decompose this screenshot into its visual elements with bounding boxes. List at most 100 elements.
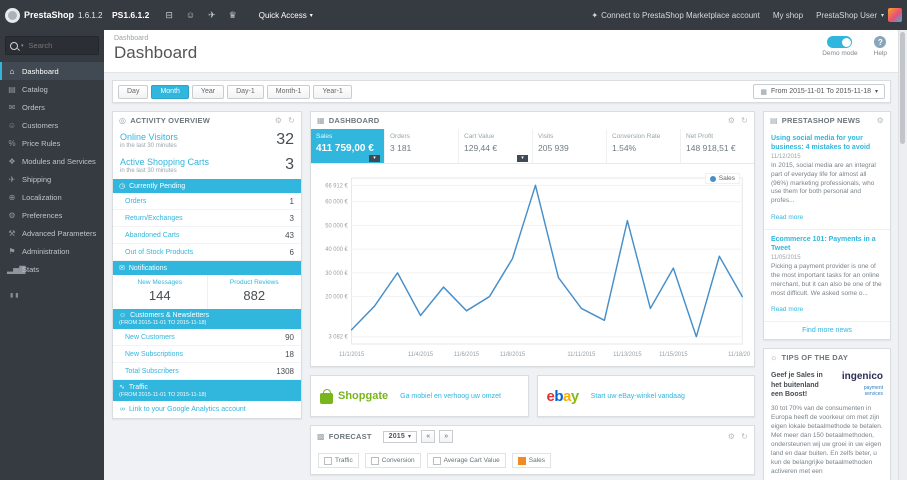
sidebar-item-modules[interactable]: ❖ Modules and Services	[0, 152, 104, 170]
refresh-icon[interactable]: ↻	[741, 432, 748, 441]
brand-version: 1.6.1.2	[78, 10, 103, 20]
forecast-toggle-average-cart-value[interactable]: Average Cart Value	[426, 453, 506, 468]
customer-icon[interactable]: ☺	[186, 10, 195, 21]
product-reviews-label: Product Reviews	[229, 279, 279, 286]
help-icon[interactable]: ?	[874, 36, 887, 48]
sidebar-item-advanced-parameters[interactable]: ⚒ Advanced Parameters	[0, 224, 104, 242]
sidebar-item-dashboard[interactable]: ⌂ Dashboard	[0, 62, 104, 80]
kpi-net-profit-label: Net Profit	[686, 133, 714, 140]
search-input[interactable]	[26, 40, 94, 51]
trophy-icon[interactable]: ♛	[229, 10, 237, 21]
help-label[interactable]: Help	[874, 50, 887, 57]
ingenico-logo[interactable]: ingenico payment services	[842, 371, 883, 400]
marketplace-icon: ✦	[591, 10, 599, 20]
news-article-title-link[interactable]: Using social media for your business: 4 …	[771, 134, 883, 152]
forecast-year-select[interactable]: 2015 ▾	[382, 430, 418, 443]
kpi-selected-flag: ▾	[369, 155, 380, 162]
refresh-icon[interactable]: ↻	[741, 116, 748, 125]
product-reviews-cell[interactable]: Product Reviews 882	[206, 275, 302, 309]
filter-month-1-button[interactable]: Month-1	[266, 84, 311, 99]
sidebar-item-catalog[interactable]: ▤ Catalog	[0, 80, 104, 98]
active-carts-link[interactable]: Active Shopping Carts	[120, 157, 209, 167]
sidebar-item-orders[interactable]: ✉ Orders	[0, 98, 104, 116]
sidebar-menu: ⌂ Dashboard ▤ Catalog ✉ Orders ☺ Customers %…	[0, 62, 104, 278]
sidebar-item-customers[interactable]: ☺ Customers	[0, 116, 104, 134]
filter-month-button[interactable]: Month	[151, 84, 189, 99]
online-visitors-link[interactable]: Online Visitors	[120, 132, 178, 142]
total-subscribers-link[interactable]: Total Subscribers	[125, 368, 179, 375]
cart-icon[interactable]: ⊟	[165, 10, 173, 21]
sidebar-item-preferences[interactable]: ⚙ Preferences	[0, 206, 104, 224]
date-range-picker[interactable]: ▦ From 2015-11-01 To 2015-11-18 ▾	[753, 84, 885, 99]
orders-icon: ✉	[8, 102, 16, 112]
abandoned-carts-link[interactable]: Abandoned Carts	[125, 232, 179, 239]
marketplace-connect-link[interactable]: ✦ Connect to PrestaShop Marketplace acco…	[591, 11, 759, 20]
filter-year-button[interactable]: Year	[191, 84, 225, 99]
out-of-stock-link[interactable]: Out of Stock Products	[125, 249, 193, 256]
my-shop-label: My shop	[772, 10, 804, 20]
kpi-visits[interactable]: Visits 205 939	[532, 129, 606, 163]
quick-access-button[interactable]: Quick Access ▾	[253, 10, 319, 21]
user-menu[interactable]: PrestaShop User ▾	[816, 8, 902, 22]
shopgate-promo-link[interactable]: Ga mobiel en verhoog uw omzet	[400, 393, 501, 400]
refresh-icon[interactable]: ↻	[288, 116, 295, 125]
gear-icon[interactable]: ⚙	[275, 116, 282, 125]
demo-mode-toggle[interactable]	[827, 36, 853, 48]
sidebar-item-price-rules[interactable]: % Price Rules	[0, 134, 104, 152]
new-messages-cell[interactable]: New Messages 144	[113, 275, 207, 309]
caret-down-icon: ▾	[21, 42, 24, 49]
trend-icon: ∿	[119, 384, 125, 391]
google-analytics-link[interactable]: ∞ Link to your Google Analytics account	[113, 401, 301, 418]
orders-link[interactable]: Orders	[125, 198, 146, 205]
read-more-link[interactable]: Read more	[771, 214, 803, 221]
scrollbar[interactable]	[898, 30, 907, 480]
my-shop-link[interactable]: My shop	[773, 11, 803, 20]
gear-icon[interactable]: ⚙	[728, 116, 735, 125]
news-article-title-link[interactable]: Ecommerce 101: Payments in a Tweet	[771, 235, 883, 253]
breadcrumb[interactable]: Dashboard	[114, 35, 897, 42]
shopgate-logo[interactable]: Shopgate	[320, 388, 388, 404]
filter-day-1-button[interactable]: Day-1	[227, 84, 264, 99]
main-content: Dashboard Dashboard Demo mode ? Help Day…	[104, 30, 907, 480]
gear-icon[interactable]: ⚙	[728, 432, 735, 441]
kpi-net-profit[interactable]: Net Profit 148 918,51 €	[680, 129, 754, 163]
sidebar-search[interactable]: ▾	[5, 36, 99, 55]
forecast-toggle-conversion[interactable]: Conversion	[364, 453, 421, 468]
forecast-next-button[interactable]: »	[439, 430, 454, 443]
kpi-sales-label: Sales	[316, 133, 333, 140]
kpi-orders[interactable]: Orders 3 181	[384, 129, 458, 163]
new-customers-link[interactable]: New Customers	[125, 334, 175, 341]
collapse-menu-icon[interactable]: ▮▮	[0, 288, 104, 303]
sidebar-item-stats[interactable]: ▂▅▇ Stats	[0, 260, 104, 278]
tips-top-row: Geef je Sales in het buitenland een Boos…	[771, 371, 883, 400]
left-column: ◎ ACTIVITY OVERVIEW ⚙ ↻ Online Visitors …	[112, 111, 302, 427]
dashboard-columns: ◎ ACTIVITY OVERVIEW ⚙ ↻ Online Visitors …	[104, 111, 907, 480]
kpi-cart-value[interactable]: Cart Value 129,44 € ▾	[458, 129, 532, 163]
kpi-conversion-rate[interactable]: Conversion Rate 1.54%	[606, 129, 680, 163]
filter-day-button[interactable]: Day	[118, 84, 149, 99]
scrollbar-thumb[interactable]	[900, 32, 905, 144]
forecast-toggle-traffic[interactable]: Traffic	[318, 453, 359, 468]
sidebar-item-shipping[interactable]: ✈ Shipping	[0, 170, 104, 188]
people-icon: ☺	[119, 312, 127, 319]
returns-link[interactable]: Return/Exchanges	[125, 215, 183, 222]
ingenico-brand-sub: payment services	[863, 385, 883, 398]
read-more-link[interactable]: Read more	[771, 306, 803, 313]
pending-row-returns: Return/Exchanges 3	[113, 210, 301, 227]
kpi-sales[interactable]: Sales 411 759,00 € ▾	[311, 129, 384, 163]
price-rules-icon: %	[8, 138, 16, 148]
shop-name-link[interactable]: PS1.6.1.2	[112, 10, 149, 20]
sidebar-item-localization[interactable]: ⊕ Localization	[0, 188, 104, 206]
forecast-prev-button[interactable]: «	[421, 430, 436, 443]
plane-icon[interactable]: ✈	[208, 10, 216, 21]
find-more-news-link[interactable]: Find more news	[764, 322, 890, 339]
prestashop-logo[interactable]: PrestaShop 1.6.1.2	[0, 7, 104, 23]
ebay-logo[interactable]: ebay	[547, 388, 580, 405]
forecast-toggle-sales[interactable]: Sales	[511, 453, 551, 468]
filter-year-1-button[interactable]: Year-1	[313, 84, 352, 99]
new-subscriptions-link[interactable]: New Subscriptions	[125, 351, 183, 358]
gear-icon[interactable]: ⚙	[877, 116, 884, 125]
sidebar-item-administration[interactable]: ⚑ Administration	[0, 242, 104, 260]
ebay-promo-link[interactable]: Start uw eBay-winkel vandaag	[591, 393, 685, 400]
news-panel-title: PRESTASHOP NEWS	[781, 116, 861, 125]
